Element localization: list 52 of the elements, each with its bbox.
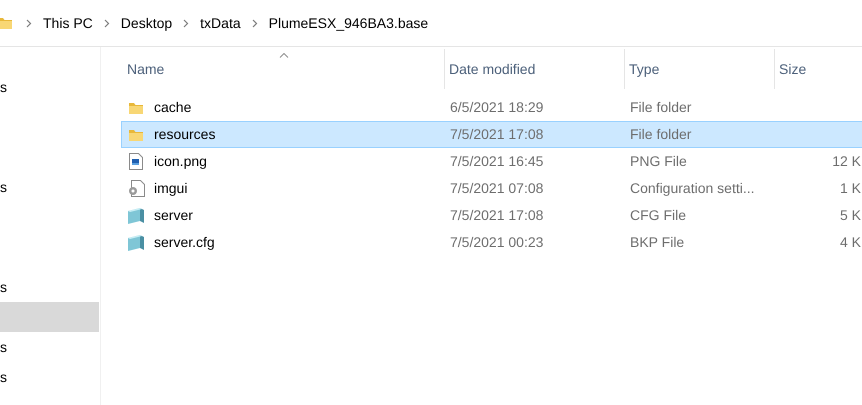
chevron-right-icon: [26, 18, 32, 28]
date-modified: 7/5/2021 16:45: [450, 153, 544, 169]
file-size: 1 K: [840, 179, 861, 198]
breadcrumb-link[interactable]: Desktop: [120, 12, 172, 34]
file-size: 12 K: [832, 152, 861, 171]
chevron-right-icon: [252, 18, 258, 28]
column-header[interactable]: Size: [775, 49, 862, 89]
file-type: File folder: [630, 126, 692, 142]
date-modified: 7/5/2021 07:08: [450, 180, 544, 196]
date-modified: 7/5/2021 17:08: [450, 207, 544, 223]
sidebar-item[interactable]: s: [0, 272, 99, 302]
settings-file-icon: [128, 180, 144, 197]
file-name: icon.png: [154, 152, 207, 171]
file-size: 4 K: [840, 233, 861, 252]
notepad-file-icon: [127, 234, 145, 251]
column-header[interactable]: Type: [625, 49, 775, 89]
file-row[interactable]: imgui 7/5/2021 07:08 Configuration setti... 1 K: [121, 175, 862, 202]
sidebar-item[interactable]: s: [0, 72, 99, 102]
column-header[interactable]: Date modified: [445, 49, 625, 89]
date-modified: 6/5/2021 18:29: [450, 99, 544, 115]
sidebar-item[interactable]: s: [0, 332, 99, 362]
file-type: PNG File: [630, 153, 687, 169]
file-type: File folder: [630, 99, 692, 115]
sidebar-item[interactable]: [0, 302, 99, 332]
file-row[interactable]: server.cfg 7/5/2021 00:23 BKP File 4 K: [121, 229, 862, 256]
breadcrumb-link[interactable]: txData: [200, 12, 241, 34]
file-row[interactable]: icon.png 7/5/2021 16:45 PNG File 12 K: [121, 148, 862, 175]
sort-up-icon: [279, 53, 288, 58]
file-name: resources: [154, 125, 216, 144]
file-name: imgui: [154, 179, 188, 198]
breadcrumb-link[interactable]: PlumeESX_946BA3.base: [268, 12, 428, 34]
breadcrumb-link[interactable]: This PC: [43, 12, 93, 34]
file-row[interactable]: cache 6/5/2021 18:29 File folder: [121, 94, 862, 121]
file-type: BKP File: [630, 234, 684, 250]
chevron-right-icon: [104, 18, 110, 28]
file-name: server: [154, 206, 193, 225]
file-type: Configuration setti...: [630, 180, 755, 196]
image-file-icon: [129, 153, 143, 170]
date-modified: 7/5/2021 00:23: [450, 234, 544, 250]
sidebar-item[interactable]: s: [0, 362, 99, 392]
folder-icon: [0, 15, 13, 31]
file-row[interactable]: resources 7/5/2021 17:08 File folder: [121, 121, 862, 148]
file-name: cache: [154, 98, 192, 117]
chevron-right-icon: [183, 18, 190, 28]
sidebar-item[interactable]: s: [0, 172, 99, 202]
column-header[interactable]: Name: [123, 49, 445, 89]
file-row[interactable]: server 7/5/2021 17:08 CFG File 5 K: [121, 202, 862, 229]
notepad-file-icon: [127, 207, 145, 224]
file-size: 5 K: [840, 206, 861, 225]
file-name: server.cfg: [154, 233, 215, 252]
file-type: CFG File: [630, 207, 686, 223]
date-modified: 7/5/2021 17:08: [450, 126, 544, 142]
